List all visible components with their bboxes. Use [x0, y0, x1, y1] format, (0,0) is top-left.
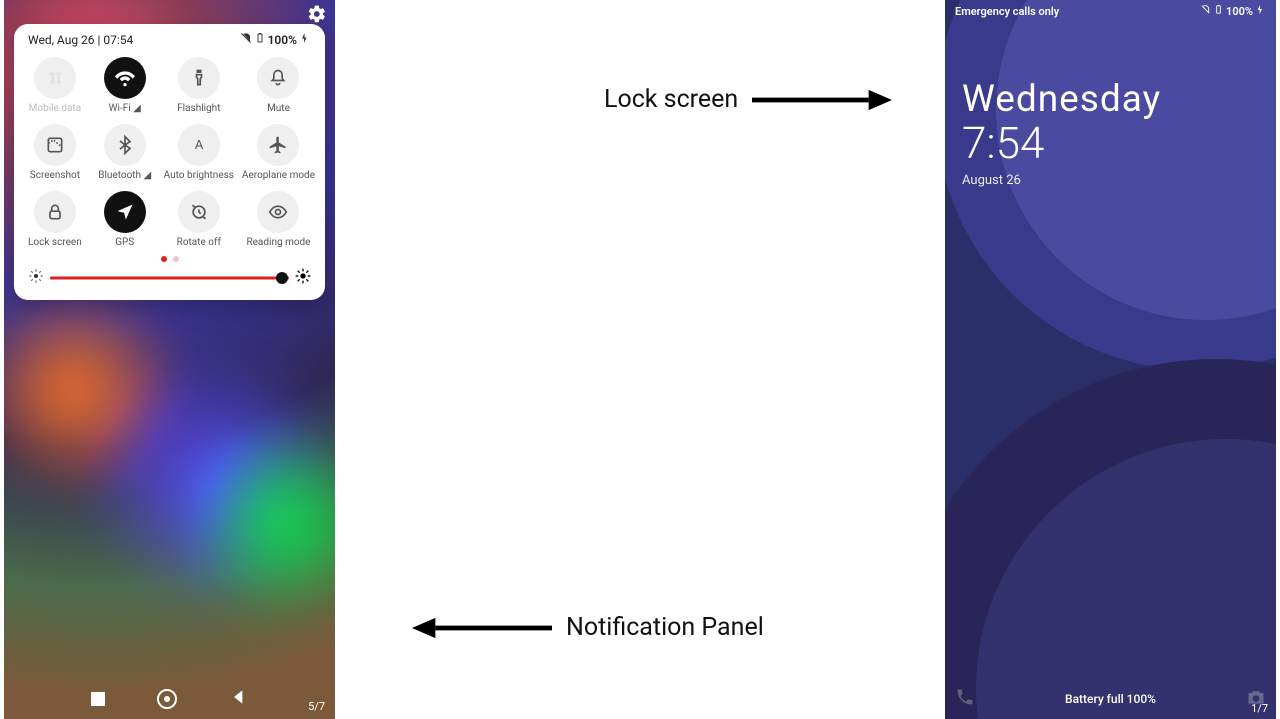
- pager-dot-2[interactable]: [173, 256, 179, 262]
- tile-mobile-data[interactable]: Mobile data: [24, 57, 86, 114]
- charging-icon: [1255, 4, 1266, 18]
- screenshot-icon: [34, 124, 76, 166]
- quick-settings-grid: Mobile data Wi-Fi ◢ Flashlight Mute: [24, 57, 315, 248]
- reading-mode-icon: [257, 191, 299, 233]
- battery-percent: 100%: [268, 33, 297, 47]
- auto-brightness-icon: A: [178, 124, 220, 166]
- nav-back-button[interactable]: [229, 687, 249, 711]
- tile-rotate-off[interactable]: Rotate off: [164, 191, 234, 248]
- tile-reading-mode[interactable]: Reading mode: [242, 191, 315, 248]
- mobile-data-icon: [34, 57, 76, 99]
- clock-day: Wednesday: [962, 78, 1161, 121]
- lockscreen-bottom-row: Battery full 100%: [945, 687, 1276, 711]
- no-sim-icon: [240, 32, 252, 47]
- home-icon: [157, 689, 177, 709]
- clock-time: 7:54: [962, 117, 1161, 169]
- svg-text:A: A: [195, 138, 204, 152]
- arrow-left-icon: [412, 615, 552, 641]
- lockscreen-clock: Wednesday 7:54 August 26: [962, 78, 1161, 188]
- header-datetime: Wed, Aug 26 | 07:54: [28, 33, 133, 47]
- annotation-lock-screen-label: Lock screen: [604, 85, 738, 114]
- panel-header: Wed, Aug 26 | 07:54 100%: [24, 32, 315, 51]
- arrow-right-icon: [752, 87, 892, 113]
- emergency-text: Emergency calls only: [955, 5, 1059, 18]
- nav-home-button[interactable]: [157, 689, 177, 709]
- left-page-counter: 5/7: [308, 700, 325, 713]
- android-nav-bar: [4, 687, 335, 711]
- tile-mute[interactable]: Mute: [242, 57, 315, 114]
- tile-flashlight[interactable]: Flashlight: [164, 57, 234, 114]
- lock-icon: [34, 191, 76, 233]
- rotate-off-icon: [178, 191, 220, 233]
- mute-icon: [257, 57, 299, 99]
- brightness-slider[interactable]: [50, 270, 289, 286]
- tile-bluetooth[interactable]: Bluetooth ◢: [94, 124, 156, 181]
- gps-icon: [104, 191, 146, 233]
- phone-lock-screen-screenshot: Emergency calls only 100% Wednesday 7:54…: [945, 0, 1276, 719]
- clock-date: August 26: [962, 173, 1161, 188]
- bluetooth-icon: [104, 124, 146, 166]
- brightness-low-icon: [28, 268, 44, 288]
- tile-gps[interactable]: GPS: [94, 191, 156, 248]
- battery-full-text: Battery full 100%: [1065, 692, 1156, 706]
- right-page-counter: 1/7: [1251, 702, 1268, 715]
- brightness-slider-row: [24, 268, 315, 290]
- pager-dots: [24, 256, 315, 262]
- tile-wifi[interactable]: Wi-Fi ◢: [94, 57, 156, 114]
- phone-notification-panel-screenshot: Wed, Aug 26 | 07:54 100% Mobile data Wi-…: [4, 0, 335, 719]
- battery-icon: [1213, 4, 1224, 18]
- pager-dot-1[interactable]: [161, 256, 167, 262]
- no-sim-icon: [1200, 4, 1211, 18]
- annotation-notification-panel-label: Notification Panel: [566, 613, 764, 642]
- tile-aeroplane-mode[interactable]: Aeroplane mode: [242, 124, 315, 181]
- lockscreen-status-bar: Emergency calls only 100%: [955, 4, 1266, 18]
- annotation-lock-screen: Lock screen: [604, 85, 892, 114]
- annotation-notification-panel: Notification Panel: [412, 613, 764, 642]
- tile-lock-screen[interactable]: Lock screen: [24, 191, 86, 248]
- quick-settings-panel: Wed, Aug 26 | 07:54 100% Mobile data Wi-…: [14, 24, 325, 300]
- brightness-high-icon: [295, 268, 311, 288]
- nav-recents-button[interactable]: [91, 692, 105, 706]
- phone-shortcut[interactable]: [955, 687, 975, 711]
- battery-percent: 100%: [1226, 5, 1253, 18]
- aeroplane-icon: [257, 124, 299, 166]
- tile-screenshot[interactable]: Screenshot: [24, 124, 86, 181]
- wifi-icon: [104, 57, 146, 99]
- charging-icon: [299, 32, 311, 47]
- battery-icon: [254, 32, 266, 47]
- back-triangle-icon: [229, 687, 249, 707]
- tile-auto-brightness[interactable]: A Auto brightness: [164, 124, 234, 181]
- square-icon: [91, 692, 105, 706]
- flashlight-icon: [178, 57, 220, 99]
- header-status-icons: 100%: [240, 32, 311, 47]
